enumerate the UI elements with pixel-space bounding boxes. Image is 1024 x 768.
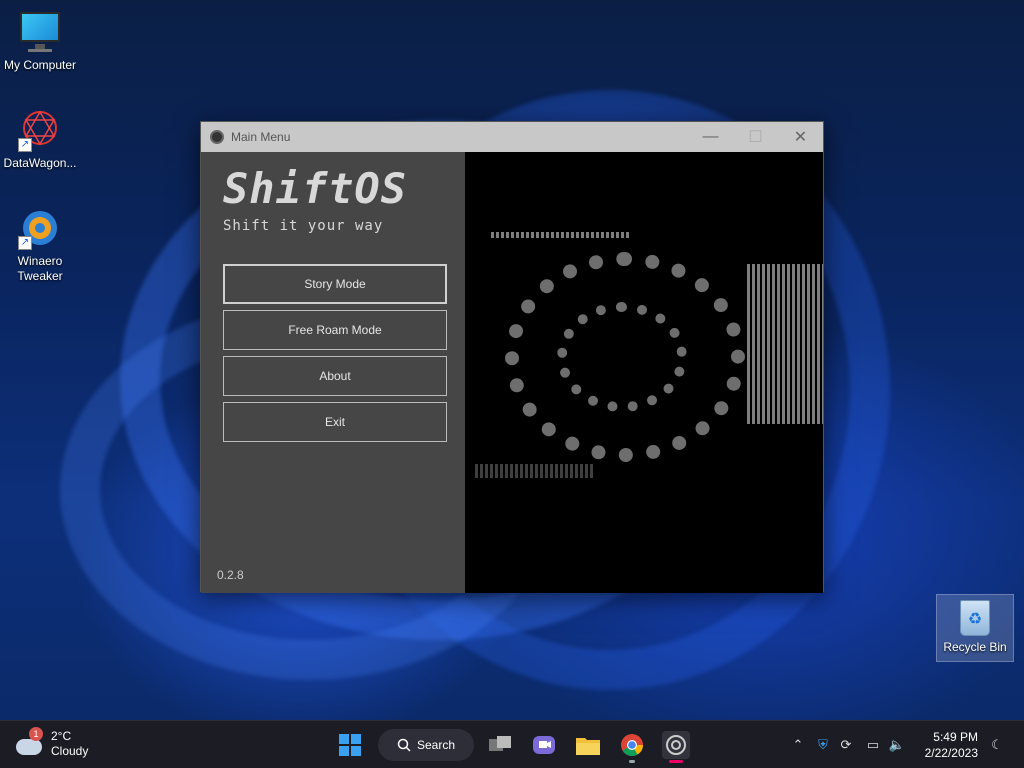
close-button[interactable]: ✕ (778, 122, 823, 152)
focus-moon-icon[interactable]: ☾ (988, 736, 1006, 754)
weather-condition: Cloudy (51, 744, 89, 758)
defender-shield-icon[interactable]: ⛨ (814, 736, 832, 754)
desktop-icon-label: Winaero Tweaker (17, 254, 63, 283)
cloud-icon: 1 (16, 727, 43, 755)
desktop-icon-datawagon[interactable]: ↗ DataWagon... (0, 108, 80, 171)
desktop-icon-label: Recycle Bin (943, 640, 1007, 654)
brand-tagline: Shift it your way (223, 218, 384, 234)
task-view-icon (489, 736, 511, 751)
datawagon-icon: ↗ (18, 108, 62, 152)
desktop-icon-winaero-tweaker[interactable]: ↗ Winaero Tweaker (0, 206, 80, 284)
ascii-art-line (491, 232, 631, 238)
about-button[interactable]: About (223, 356, 447, 396)
brand-title: ShiftOS (223, 164, 408, 213)
weather-widget[interactable]: 1 2°C Cloudy (16, 727, 89, 759)
chrome-icon (621, 734, 643, 756)
menu-panel: ShiftOS Shift it your way Story Mode Fre… (201, 152, 465, 593)
chrome-button[interactable] (618, 731, 646, 759)
monitor-icon (18, 10, 62, 54)
taskbar: 1 2°C Cloudy Search ⌃ ⛨ ⟳ ▭ 🔈 5:49 PM 2/… (0, 720, 1024, 768)
ascii-art-ring (557, 302, 687, 412)
taskbar-search-button[interactable]: Search (378, 729, 474, 761)
task-view-button[interactable] (486, 731, 514, 759)
shiftos-taskbar-button[interactable] (662, 731, 690, 759)
recycle-bin-icon: ♻ (960, 600, 990, 636)
shiftos-app-icon (210, 130, 224, 144)
folder-icon (576, 738, 600, 755)
chevron-up-icon[interactable]: ⌃ (789, 736, 807, 754)
ascii-art-block (747, 264, 823, 424)
desktop-icon-label: My Computer (3, 58, 77, 72)
running-indicator (629, 760, 635, 763)
notification-badge: 1 (29, 727, 43, 741)
shortcut-arrow-icon: ↗ (18, 236, 32, 250)
window-title: Main Menu (231, 130, 291, 144)
search-label: Search (416, 738, 456, 752)
search-icon (397, 738, 411, 752)
maximize-button[interactable]: ☐ (733, 122, 778, 152)
winaero-icon: ↗ (18, 206, 62, 250)
main-menu-window: Main Menu — ☐ ✕ ShiftOS Shift it your wa… (200, 121, 824, 593)
volume-icon[interactable]: 🔈 (888, 736, 906, 754)
windows-logo-icon (339, 734, 361, 756)
ascii-art-panel (465, 152, 823, 593)
system-clock[interactable]: 5:49 PM 2/22/2023 (920, 729, 978, 761)
window-controls: — ☐ ✕ (688, 122, 823, 152)
title-bar[interactable]: Main Menu — ☐ ✕ (201, 122, 823, 152)
clock-time: 5:49 PM (933, 730, 978, 744)
chat-icon (533, 736, 555, 754)
weather-temperature: 2°C (51, 729, 72, 743)
free-roam-mode-button[interactable]: Free Roam Mode (223, 310, 447, 350)
network-icon[interactable]: ▭ (864, 736, 882, 754)
shortcut-arrow-icon: ↗ (18, 138, 32, 152)
start-button[interactable] (336, 731, 364, 759)
desktop-icon-label: DataWagon... (3, 156, 77, 170)
sync-icon[interactable]: ⟳ (837, 736, 855, 754)
teams-chat-button[interactable] (530, 731, 558, 759)
version-label: 0.2.8 (217, 568, 244, 582)
file-explorer-button[interactable] (574, 731, 602, 759)
minimize-button[interactable]: — (688, 122, 733, 152)
desktop-icon-my-computer[interactable]: My Computer (0, 10, 80, 73)
clock-date: 2/22/2023 (924, 746, 978, 760)
desktop-icon-recycle-bin[interactable]: ♻ Recycle Bin (936, 594, 1014, 662)
story-mode-button[interactable]: Story Mode (223, 264, 447, 304)
active-app-indicator (669, 760, 683, 763)
shiftos-icon (666, 735, 686, 755)
exit-button[interactable]: Exit (223, 402, 447, 442)
ascii-art-line (475, 464, 595, 478)
